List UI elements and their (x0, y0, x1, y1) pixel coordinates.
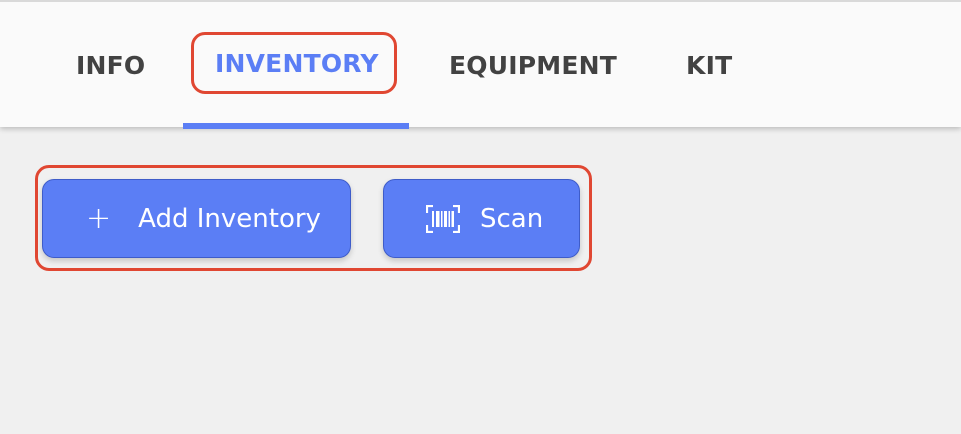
tab-bar: INFO INVENTORY EQUIPMENT KIT (0, 0, 961, 129)
add-inventory-label: Add Inventory (138, 203, 321, 234)
tab-equipment[interactable]: EQUIPMENT (449, 46, 617, 86)
add-inventory-button[interactable]: + Add Inventory (42, 179, 351, 258)
scan-label: Scan (480, 203, 544, 234)
tab-kit[interactable]: KIT (686, 46, 732, 86)
tab-info[interactable]: INFO (76, 46, 145, 86)
barcode-scan-icon (425, 204, 461, 233)
plus-icon: + (86, 200, 112, 236)
content-area (0, 127, 961, 434)
active-tab-indicator (183, 123, 409, 129)
scan-button[interactable]: Scan (383, 179, 580, 258)
tab-inventory[interactable]: INVENTORY (215, 44, 379, 84)
